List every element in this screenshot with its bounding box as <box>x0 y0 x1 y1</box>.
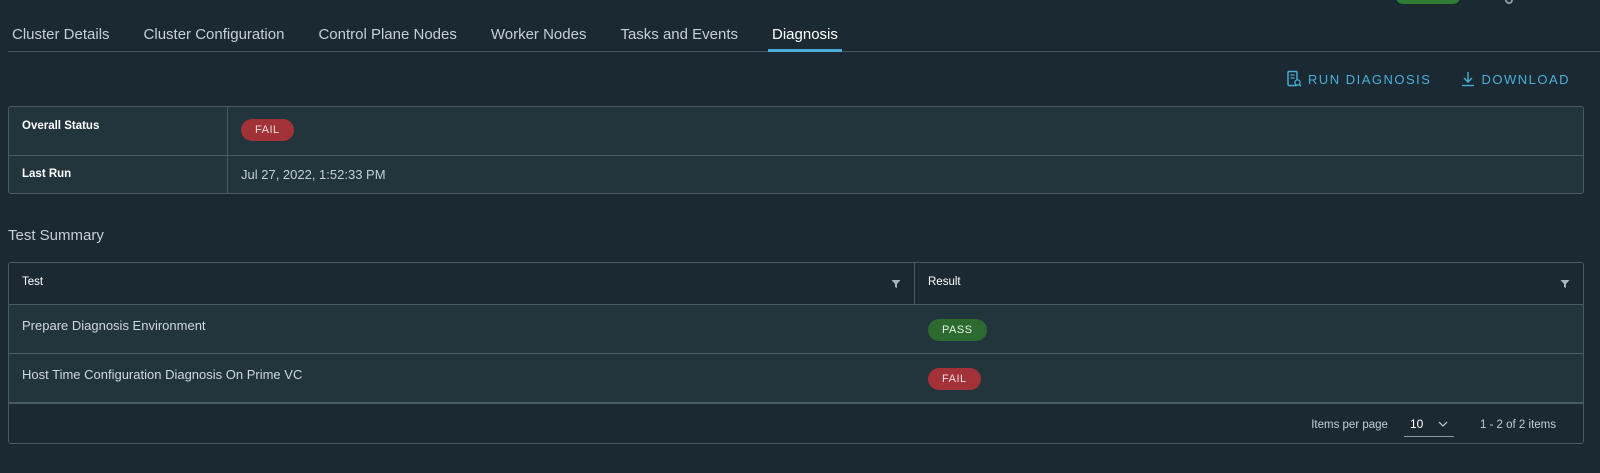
filter-icon[interactable] <box>891 279 901 292</box>
column-header-test[interactable]: Test <box>9 263 915 304</box>
status-badge: PASS <box>928 319 987 341</box>
tab-cluster-details[interactable]: Cluster Details <box>8 26 114 52</box>
column-header-test-label: Test <box>22 276 44 288</box>
pagination-range: 1 - 2 of 2 items <box>1479 418 1556 431</box>
result-cell: PASS <box>915 305 1583 353</box>
test-summary-title: Test Summary <box>8 227 104 244</box>
last-run-label: Last Run <box>9 155 228 193</box>
download-label: DOWNLOAD <box>1481 71 1570 87</box>
download-button[interactable]: DOWNLOAD <box>1461 71 1570 87</box>
run-diagnosis-icon <box>1286 70 1302 88</box>
run-diagnosis-label: RUN DIAGNOSIS <box>1307 71 1432 87</box>
overall-status-label: Overall Status <box>9 107 228 155</box>
overall-status-row: Overall Status FAIL <box>9 107 1583 156</box>
status-badge: FAIL <box>928 368 981 390</box>
column-header-result[interactable]: Result <box>915 263 1583 304</box>
overall-status-value: FAIL <box>228 107 294 155</box>
last-run-value: Jul 27, 2022, 1:52:33 PM <box>241 167 386 182</box>
status-table: Overall Status FAIL Last Run Jul 27, 202… <box>8 106 1584 194</box>
action-bar: RUN DIAGNOSIS DOWNLOAD <box>1286 70 1570 88</box>
last-run-row: Last Run Jul 27, 2022, 1:52:33 PM <box>9 155 1583 193</box>
chevron-down-icon <box>1438 421 1448 427</box>
tab-diagnosis[interactable]: Diagnosis <box>768 26 842 52</box>
items-per-page-label: Items per page <box>1311 418 1388 431</box>
tab-control-plane-nodes[interactable]: Control Plane Nodes <box>314 26 460 52</box>
table-row[interactable]: Prepare Diagnosis Environment PASS <box>9 305 1583 354</box>
column-header-result-label: Result <box>928 276 961 288</box>
run-diagnosis-button[interactable]: RUN DIAGNOSIS <box>1286 70 1432 88</box>
tab-bar: Cluster Details Cluster Configuration Co… <box>8 0 1600 52</box>
download-icon <box>1461 71 1475 87</box>
tab-worker-nodes[interactable]: Worker Nodes <box>487 26 591 52</box>
grid-header: Test Result <box>9 263 1583 305</box>
filter-icon[interactable] <box>1560 279 1570 292</box>
status-badge: FAIL <box>241 119 294 141</box>
test-name-cell: Prepare Diagnosis Environment <box>22 318 206 333</box>
diagnosis-page: Cluster Details Cluster Configuration Co… <box>0 0 1600 473</box>
grid-footer: Items per page 10 1 - 2 of 2 items <box>9 404 1583 443</box>
test-name-cell: Host Time Configuration Diagnosis On Pri… <box>22 367 303 382</box>
tab-tasks-and-events[interactable]: Tasks and Events <box>616 26 742 52</box>
test-summary-grid: Test Result Prepare Diagnosis Environmen… <box>8 262 1584 444</box>
result-cell: FAIL <box>915 354 1583 402</box>
items-per-page-select[interactable]: 10 <box>1403 413 1454 437</box>
tab-cluster-configuration[interactable]: Cluster Configuration <box>140 26 289 52</box>
table-row[interactable]: Host Time Configuration Diagnosis On Pri… <box>9 354 1583 404</box>
items-per-page-value: 10 <box>1409 417 1424 431</box>
